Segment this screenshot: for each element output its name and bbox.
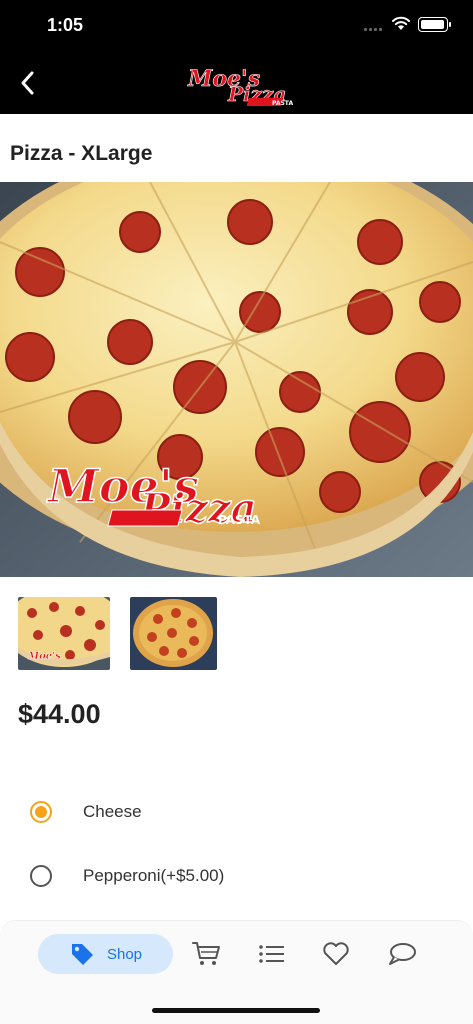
status-bar: 1:05 bbox=[0, 0, 473, 52]
thumbnail-2[interactable] bbox=[130, 597, 217, 670]
wifi-icon bbox=[392, 16, 410, 30]
cellular-signal-icon bbox=[364, 28, 382, 31]
status-time: 1:05 bbox=[47, 15, 84, 35]
chevron-left-icon bbox=[21, 71, 34, 95]
battery-icon bbox=[418, 17, 451, 32]
radio-selected-icon[interactable] bbox=[30, 801, 52, 823]
option-label: Pepperoni(+$5.00) bbox=[83, 866, 225, 885]
cart-icon bbox=[192, 942, 220, 965]
home-indicator bbox=[152, 1008, 320, 1013]
tag-icon bbox=[71, 944, 93, 965]
product-title: Pizza - XLarge bbox=[10, 142, 153, 165]
tab-chat[interactable] bbox=[384, 934, 420, 974]
svg-text:PASTA: PASTA bbox=[218, 513, 261, 527]
option-cheese[interactable]: Cheese bbox=[30, 801, 142, 823]
nav-bar: Moe's Pizza PASTA bbox=[0, 52, 473, 114]
tab-menu-list[interactable] bbox=[254, 934, 290, 974]
svg-text:PASTA: PASTA bbox=[272, 100, 293, 107]
radio-unselected-icon[interactable] bbox=[30, 865, 52, 887]
tab-shop[interactable]: Shop bbox=[38, 934, 173, 974]
tab-shop-label: Shop bbox=[106, 945, 143, 963]
product-price: $44.00 bbox=[18, 699, 101, 729]
chat-bubble-icon bbox=[389, 943, 416, 965]
moes-pizza-logo: Moe's Pizza PASTA bbox=[187, 66, 294, 107]
option-label: Cheese bbox=[83, 802, 142, 821]
back-button[interactable] bbox=[10, 64, 44, 102]
heart-icon bbox=[323, 942, 349, 965]
thumbnail-1[interactable]: Moe's bbox=[18, 597, 110, 670]
tab-cart[interactable] bbox=[188, 934, 224, 974]
list-icon bbox=[259, 945, 284, 963]
tab-favorites[interactable] bbox=[318, 934, 354, 974]
svg-text:Moe's: Moe's bbox=[27, 651, 61, 662]
thumbnail-strip: Moe's bbox=[18, 597, 217, 670]
product-screen: 1:05 Moe's Pizza PASTA Pizza - XLarge Mo… bbox=[0, 0, 473, 1024]
option-pepperoni[interactable]: Pepperoni(+$5.00) bbox=[30, 865, 224, 887]
product-hero-image: Moe's Pizza PASTA bbox=[0, 182, 473, 577]
